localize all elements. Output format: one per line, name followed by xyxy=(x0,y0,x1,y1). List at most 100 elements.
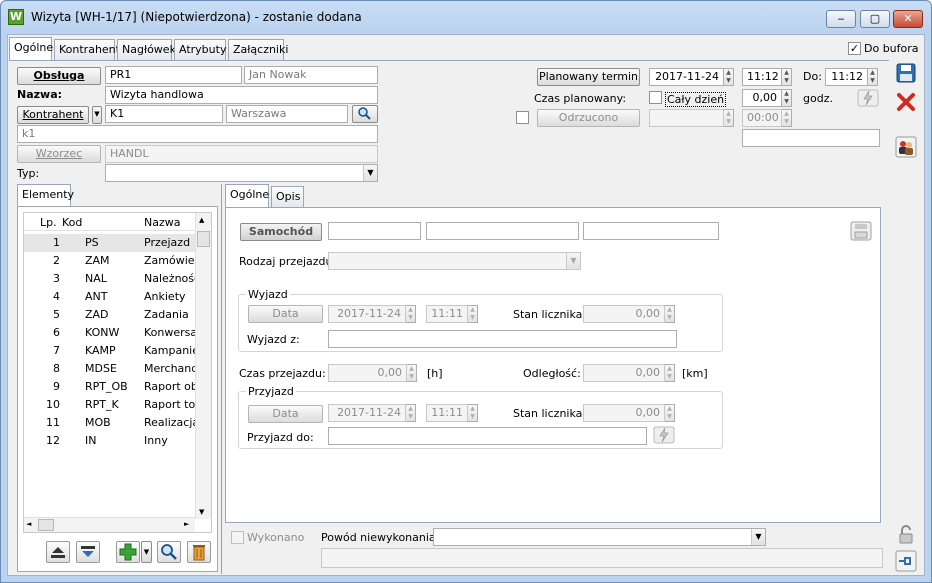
odrzucono-button[interactable]: Odrzucono xyxy=(537,109,640,127)
list-item[interactable]: 10 RPT_K Raport towarów xyxy=(24,396,195,414)
scroll-down-arrow[interactable]: ▼ xyxy=(199,508,204,516)
col-nazwa[interactable]: Nazwa xyxy=(144,216,180,229)
rodzaj-przejazdu-select[interactable]: ▼ xyxy=(328,252,581,270)
pin-button[interactable] xyxy=(895,550,917,572)
notes-field[interactable] xyxy=(321,548,883,568)
czas-planowany-spinner[interactable]: ▲ ▼ xyxy=(782,89,792,107)
do-bufora-checkbox[interactable]: ✓ xyxy=(848,42,861,55)
przyjazd-date-field[interactable]: 2017-11-24 xyxy=(328,404,406,422)
kontrahent-code-field[interactable]: K1 xyxy=(105,105,223,123)
move-up-button[interactable] xyxy=(46,541,70,563)
scroll-right-arrow[interactable]: ► xyxy=(184,520,189,528)
obsluga-button[interactable]: Obsługa xyxy=(17,67,101,85)
list-item[interactable]: 9 RPT_OB Raport obecności xyxy=(24,378,195,396)
czas-przejazdu-spinner[interactable]: ▲ ▼ xyxy=(407,364,417,382)
wzorzec-field[interactable]: HANDL xyxy=(105,145,378,163)
odleglosc-field[interactable]: 0,00 xyxy=(583,364,665,382)
vscroll-thumb[interactable] xyxy=(197,231,210,247)
detail-save-button[interactable] xyxy=(850,221,872,241)
wyjazd-data-button[interactable]: Data xyxy=(248,305,323,323)
tab-detail-opis[interactable]: Opis xyxy=(271,186,304,207)
samochod-field-2[interactable] xyxy=(426,222,579,240)
lightning-icon[interactable] xyxy=(857,89,879,107)
caly-dzien-checkbox[interactable] xyxy=(649,91,662,104)
time-from-field[interactable]: 11:12 xyxy=(742,68,782,86)
planned-date-field[interactable]: 2017-11-24 xyxy=(649,68,724,86)
kontrahent-button[interactable]: Kontrahent xyxy=(17,106,89,124)
tab-zalaczniki[interactable]: Załączniki xyxy=(228,39,288,60)
delete-button[interactable] xyxy=(187,541,211,563)
czas-przejazdu-field[interactable]: 0,00 xyxy=(328,364,407,382)
move-down-button[interactable] xyxy=(76,541,100,563)
obsluga-name-field[interactable]: Jan Nowak xyxy=(244,66,378,84)
cancel-button[interactable] xyxy=(895,91,917,113)
czas-planowany-field[interactable]: 0,00 xyxy=(742,89,782,107)
kontrahent-name-field[interactable]: k1 xyxy=(17,125,378,143)
splitter[interactable] xyxy=(221,184,222,574)
scroll-up-arrow[interactable]: ▲ xyxy=(199,216,204,224)
kontrahent-dropdown-button[interactable]: ▼ xyxy=(92,106,102,124)
powod-select[interactable]: ▼ xyxy=(433,528,766,546)
list-item[interactable]: 6 KONW Konwersacje xyxy=(24,324,195,342)
nazwa-field[interactable]: Wizyta handlowa xyxy=(105,86,378,104)
planowany-termin-button[interactable]: Planowany termin xyxy=(537,68,640,86)
hscroll-thumb[interactable] xyxy=(38,519,54,531)
list-item[interactable]: 4 ANT Ankiety xyxy=(24,288,195,306)
tab-naglowek[interactable]: Nagłówek xyxy=(117,39,176,60)
list-item[interactable]: 1 PS Przejazd xyxy=(24,234,195,252)
odleglosc-spinner[interactable]: ▲ ▼ xyxy=(665,364,675,382)
przyjazd-stan-field[interactable]: 0,00 xyxy=(583,404,665,422)
wyjazd-stan-field[interactable]: 0,00 xyxy=(583,305,665,323)
przyjazd-stan-spinner[interactable]: ▲ ▼ xyxy=(665,404,675,422)
save-button[interactable] xyxy=(895,62,917,84)
search-button[interactable] xyxy=(157,541,181,563)
maximize-button[interactable]: ▢ xyxy=(860,10,890,28)
add-button[interactable] xyxy=(116,541,140,563)
add-dropdown-button[interactable]: ▼ xyxy=(141,541,152,563)
tab-kontrahent[interactable]: Kontrahent xyxy=(54,39,120,60)
wyjazd-date-spinner[interactable]: ▲ ▼ xyxy=(406,305,416,323)
tab-ogolne[interactable]: Ogólne xyxy=(9,37,53,60)
samochod-button[interactable]: Samochód xyxy=(240,223,322,241)
przyjazd-lightning-button[interactable] xyxy=(653,426,675,444)
odrzucono-date-spinner[interactable]: ▲ ▼ xyxy=(724,109,734,127)
kontrahent-search-button[interactable] xyxy=(352,105,378,123)
typ-select[interactable]: ▼ xyxy=(105,164,378,182)
elements-hscroll[interactable]: ◄ ► xyxy=(24,517,195,532)
time-to-spinner[interactable]: ▲ ▼ xyxy=(868,68,878,86)
samochod-field-1[interactable] xyxy=(328,222,421,240)
list-item[interactable]: 5 ZAD Zadania xyxy=(24,306,195,324)
tab-atrybuty[interactable]: Atrybuty xyxy=(174,39,226,60)
przyjazd-data-button[interactable]: Data xyxy=(248,405,323,423)
list-item[interactable]: 2 ZAM Zamówienia xyxy=(24,252,195,270)
odrzucono-checkbox[interactable] xyxy=(516,111,529,124)
wyjazd-stan-spinner[interactable]: ▲ ▼ xyxy=(665,305,675,323)
users-button[interactable] xyxy=(895,136,917,158)
wzorzec-button[interactable]: Wzorzec xyxy=(17,145,101,163)
odrzucono-time-spinner[interactable]: ▲ ▼ xyxy=(782,109,792,127)
lock-button[interactable] xyxy=(895,524,917,546)
list-item[interactable]: 11 MOB Realizacja xyxy=(24,414,195,432)
odrzucono-date-field[interactable] xyxy=(649,109,724,127)
close-button[interactable]: ✕ xyxy=(893,10,923,28)
kontrahent-city-field[interactable]: Warszawa xyxy=(226,105,348,123)
list-item[interactable]: 3 NAL Należności xyxy=(24,270,195,288)
przyjazd-date-spinner[interactable]: ▲ ▼ xyxy=(406,404,416,422)
wyjazd-z-field[interactable] xyxy=(328,330,677,348)
schedule-extra-field[interactable] xyxy=(742,129,880,147)
list-item[interactable]: 12 IN Inny xyxy=(24,432,195,450)
time-from-spinner[interactable]: ▲ ▼ xyxy=(782,68,792,86)
przyjazd-time-field[interactable]: 11:11 xyxy=(426,404,468,422)
list-item[interactable]: 7 KAMP Kampanie xyxy=(24,342,195,360)
przyjazd-time-spinner[interactable]: ▲ ▼ xyxy=(468,404,478,422)
elements-vscroll[interactable]: ▲ ▼ xyxy=(195,213,211,519)
planned-date-spinner[interactable]: ▲ ▼ xyxy=(724,68,734,86)
samochod-field-3[interactable] xyxy=(583,222,719,240)
tab-elementy[interactable]: Elementy xyxy=(17,184,74,207)
wyjazd-time-field[interactable]: 11:11 xyxy=(426,305,468,323)
wyjazd-date-field[interactable]: 2017-11-24 xyxy=(328,305,406,323)
col-kod[interactable]: Kod xyxy=(62,216,82,229)
wykonano-checkbox[interactable] xyxy=(231,531,244,544)
col-lp[interactable]: Lp. xyxy=(40,216,57,229)
minimize-button[interactable]: ‒ xyxy=(826,10,856,28)
